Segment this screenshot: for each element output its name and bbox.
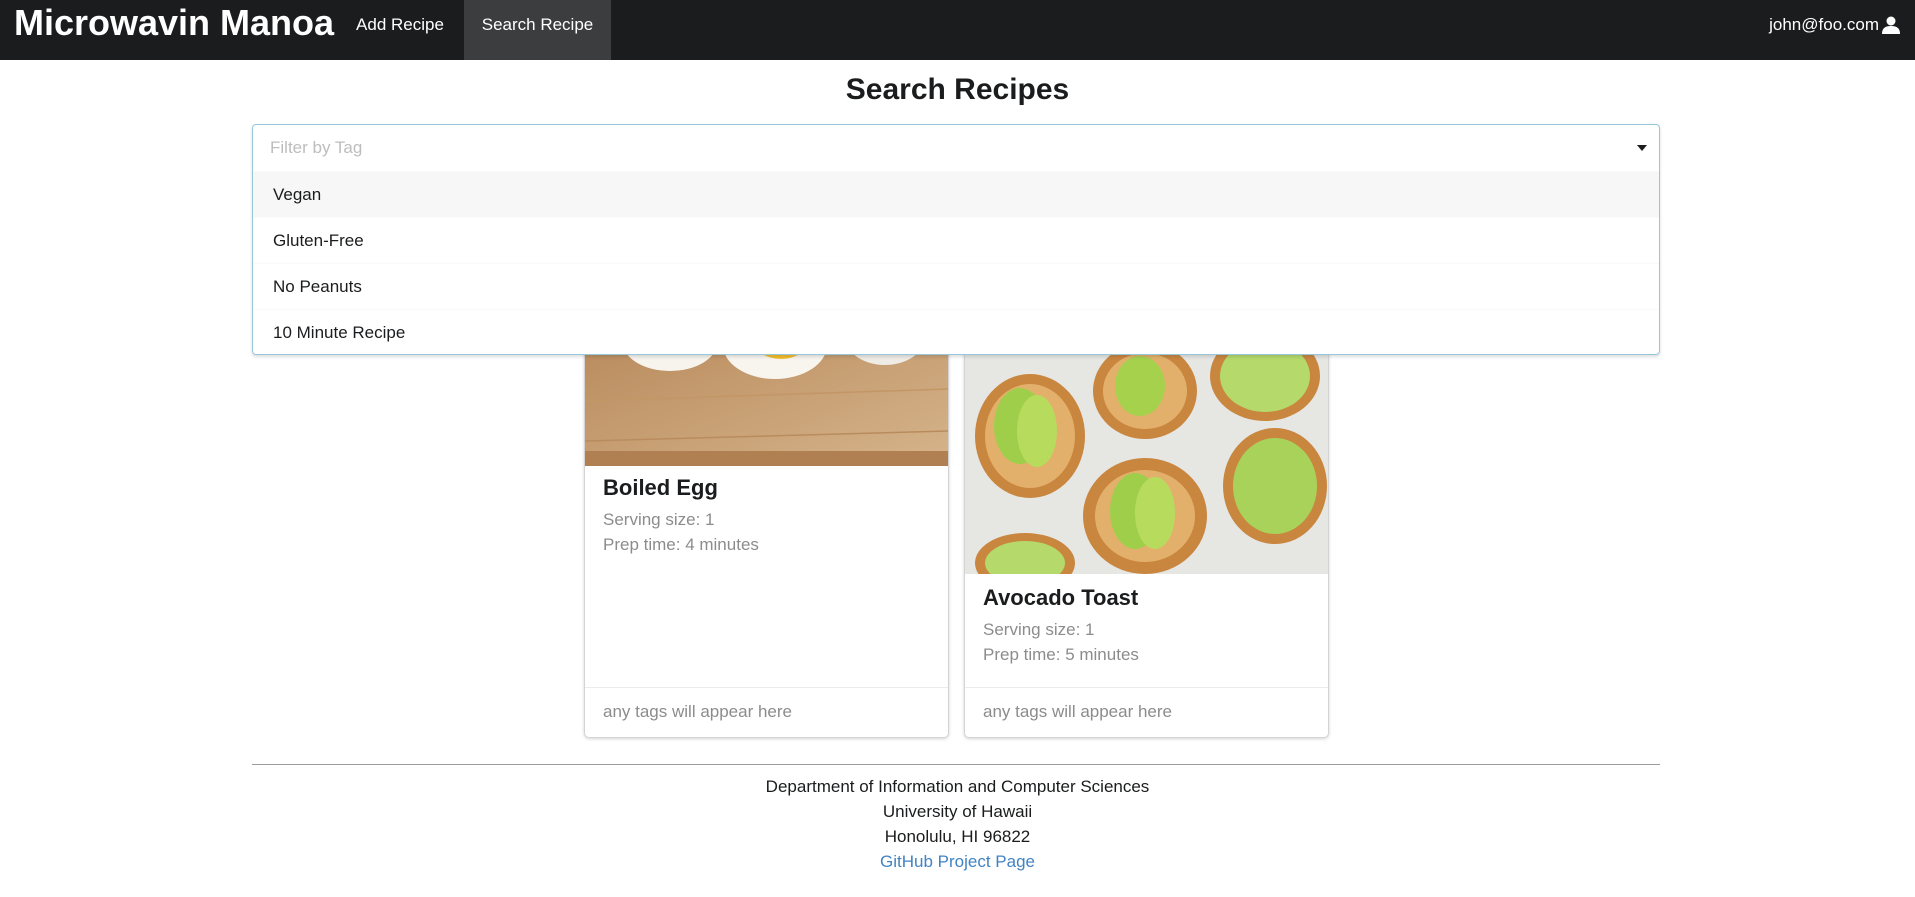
tag-option-gluten-free[interactable]: Gluten-Free: [253, 217, 1659, 263]
tag-option-no-peanuts[interactable]: No Peanuts: [253, 263, 1659, 309]
tag-filter-dropdown[interactable]: Filter by Tag Vegan Gluten-Free No Peanu…: [252, 124, 1660, 355]
footer-university: University of Hawaii: [882, 802, 1033, 821]
recipe-serving-size: Serving size: 1: [983, 620, 1095, 639]
recipe-prep-time: Prep time: 4 minutes: [603, 535, 759, 554]
recipe-card-avocado-toast[interactable]: Avocado Toast Serving size: 1 Prep time:…: [964, 330, 1329, 738]
brand-title[interactable]: Microwavin Manoa: [14, 3, 334, 43]
recipe-name: Avocado Toast: [983, 585, 1139, 610]
user-menu[interactable]: john@foo.com: [1769, 0, 1901, 50]
footer: Department of Information and Computer S…: [0, 774, 1915, 874]
recipe-tags: any tags will appear here: [585, 687, 948, 737]
tag-filter-menu: Vegan Gluten-Free No Peanuts 10 Minute R…: [253, 171, 1659, 355]
user-email: john@foo.com: [1769, 15, 1879, 34]
tag-option-10-minute-recipe[interactable]: 10 Minute Recipe: [253, 309, 1659, 355]
recipe-prep-time: Prep time: 5 minutes: [983, 645, 1139, 664]
footer-divider: [252, 764, 1660, 765]
nav-search-recipe[interactable]: Search Recipe: [464, 0, 611, 60]
footer-address: Honolulu, HI 96822: [884, 827, 1031, 846]
dropdown-caret-icon[interactable]: [1637, 145, 1647, 151]
tag-option-vegan[interactable]: Vegan: [253, 171, 1659, 217]
page-title: Search Recipes: [845, 73, 1070, 106]
tag-filter-placeholder[interactable]: Filter by Tag: [270, 125, 362, 171]
recipe-serving-size: Serving size: 1: [603, 510, 715, 529]
recipe-name: Boiled Egg: [603, 475, 718, 500]
github-project-link[interactable]: GitHub Project Page: [880, 852, 1035, 871]
user-icon: [1881, 15, 1901, 35]
recipe-tags: any tags will appear here: [965, 687, 1328, 737]
top-nav-bar: Microwavin Manoa Add Recipe Search Recip…: [0, 0, 1915, 60]
recipe-image-avocado-toast: [965, 331, 1328, 574]
nav-add-recipe[interactable]: Add Recipe: [340, 0, 460, 60]
footer-department: Department of Information and Computer S…: [765, 777, 1150, 796]
recipe-card-boiled-egg[interactable]: Boiled Egg Serving size: 1 Prep time: 4 …: [584, 330, 949, 738]
